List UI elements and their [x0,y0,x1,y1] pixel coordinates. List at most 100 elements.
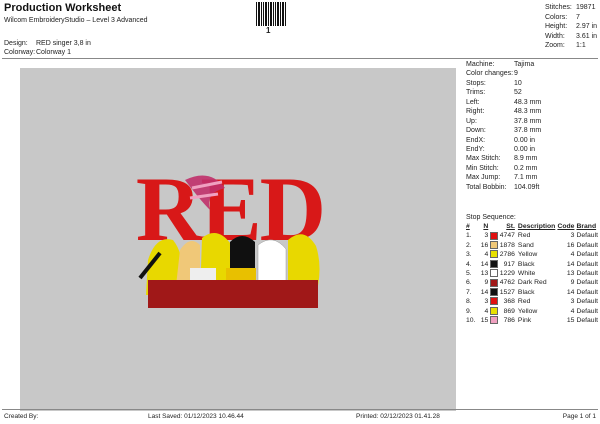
color-swatch [490,250,499,259]
info-value: 104.09ft [514,183,540,191]
stat-row: Colors: 7 [545,13,597,23]
cell-code: 14 [566,260,575,268]
col-header-description: Description [517,223,556,230]
barcode [256,2,286,26]
cell-description: Sand [517,241,534,249]
cell-code: 16 [566,241,575,249]
table-row: 4. 14 917 Black 14 Default [466,259,598,269]
color-swatch [490,288,499,297]
cell-description: Red [517,232,531,240]
info-value: 9 [514,70,518,78]
machine-row: Right: 48.3 mm [466,107,541,116]
cell-swatch [488,297,499,306]
color-swatch [490,259,499,268]
stat-row: Stitches: 19871 [545,3,597,13]
cell-stitches: 4762 [499,279,515,287]
table-row: 3. 4 2786 Yellow 4 Default [466,250,598,259]
cell-stitches: 1229 [499,270,515,278]
cell-swatch [488,278,499,287]
cell-code: 3 [570,298,575,306]
cell-index: 1. [466,232,472,240]
machine-row: Up: 37.8 mm [466,117,541,126]
cell-stitches: 2786 [499,251,515,259]
cell-description: Dark Red [517,279,547,287]
cell-needle: 4 [484,251,489,259]
table-row: 1. 3 4747 Red 3 Default [466,231,598,240]
machine-row: Left: 48.3 mm [466,98,541,107]
cell-needle: 14 [480,260,489,268]
table-row: 8. 3 368 Red 3 Default [466,297,598,306]
info-label: Total Bobbin: [466,183,507,191]
stat-value: 1:1 [576,42,586,49]
info-value: 48.3 mm [514,98,542,106]
footer-last-saved: Last Saved: 01/12/2023 10.46.44 [148,413,244,420]
info-value: 37.8 mm [514,117,542,125]
info-label: Up: [466,117,477,125]
cell-index: 5. [466,270,472,278]
cell-swatch [488,259,499,269]
info-value: 8.9 mm [514,155,538,163]
stop-sequence-table: # N St. Description Code Brand 1. 3 4747 Re… [466,222,598,325]
info-value: 52 [514,89,522,97]
footer-page: Page 1 of 1 [562,413,596,420]
cell-swatch [488,241,499,250]
machine-row: Total Bobbin: 104.09ft [466,183,541,192]
cell-code: 15 [566,317,575,325]
cell-stitches: 1527 [499,288,515,296]
design-stats: Stitches: 19871 Colors: 7 Height: 2.97 in W… [545,3,597,51]
cell-brand: Default [576,232,598,240]
cell-needle: 14 [480,288,489,296]
cell-swatch [488,288,499,297]
info-value: 0.00 in [514,136,536,144]
cell-brand: Default [576,260,598,268]
info-value: 10 [514,79,522,87]
info-label: Machine: [466,61,495,68]
col-header-code: Code [557,223,575,230]
table-row: 6. 9 4762 Dark Red 9 Default [466,278,598,287]
cell-brand: Default [576,279,598,287]
table-header-row: # N St. Description Code Brand [466,222,598,231]
info-label: Right: [466,108,485,116]
color-swatch [490,316,499,325]
info-label: Max Jump: [466,174,501,182]
stat-label: Zoom: [545,42,565,49]
info-label: Color changes: [466,70,514,78]
cell-swatch [488,269,499,278]
cell-swatch [488,250,499,259]
table-row: 9. 4 869 Yellow 4 Default [466,306,598,316]
color-swatch [490,269,499,278]
cell-description: Yellow [517,307,538,315]
cell-code: 4 [570,251,575,259]
stat-value: 19871 [576,4,596,11]
cell-description: Black [517,288,535,296]
software-subtitle: Wilcom EmbroideryStudio – Level 3 Advanc… [4,17,148,24]
info-value: 37.8 mm [514,127,542,135]
stat-label: Stitches: [545,4,572,11]
design-value: RED singer 3,8 in [36,40,91,47]
table-row: 2. 16 1878 Sand 16 Default [466,241,598,250]
footer: Created By: Last Saved: 01/12/2023 10.46… [0,409,600,424]
cell-code: 4 [570,307,575,315]
cell-needle: 3 [484,298,489,306]
stat-value: 3.61 in [576,32,598,40]
table-row: 10. 15 786 Pink 15 Default [466,316,598,325]
info-label: EndX: [466,136,486,144]
stat-row: Width: 3.61 in [545,32,597,42]
cell-index: 2. [466,241,472,249]
cell-stitches: 1878 [499,241,515,249]
cell-brand: Default [576,241,598,249]
color-swatch [490,306,499,315]
cell-needle: 13 [480,270,489,278]
cell-index: 8. [466,298,472,306]
cell-brand: Default [576,317,598,325]
col-header-brand: Brand [576,223,597,230]
cell-needle: 16 [480,241,489,249]
col-header-needle: N [483,223,489,230]
colorway-row: Colorway:Colorway 1 [4,49,71,56]
table-row: 5. 13 1229 White 13 Default [466,269,598,278]
info-value: 0.2 mm [514,164,538,172]
cell-stitches: 786 [503,317,515,325]
cell-index: 6. [466,279,472,287]
cell-brand: Default [576,251,598,259]
info-value: 48.3 mm [514,108,542,116]
